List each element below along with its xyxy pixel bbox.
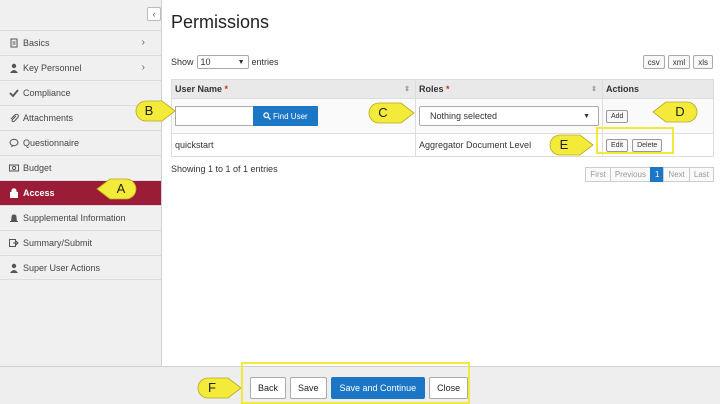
callout-f: F: [196, 376, 242, 400]
super-user-icon: [8, 262, 19, 273]
collapse-sidebar-button[interactable]: ‹: [147, 7, 161, 21]
export-csv-button[interactable]: csv: [642, 55, 665, 69]
export-xls-button[interactable]: xls: [693, 55, 713, 69]
user-name-value: quickstart: [171, 133, 416, 157]
person-icon: [8, 63, 19, 74]
caret-down-icon: ▼: [583, 112, 590, 120]
sidebar-item-label: Summary/Submit: [23, 238, 93, 248]
column-header-actions: Actions: [602, 79, 714, 99]
paperclip-icon: [8, 113, 19, 124]
sidebar-item-label: Budget: [23, 163, 52, 173]
sidebar-item-key-personnel[interactable]: Key Personnel ›: [0, 55, 161, 80]
column-header-user-name[interactable]: User Name * ⇕: [171, 79, 416, 99]
entries-select[interactable]: 10 ▼: [196, 55, 249, 69]
caret-down-icon: ▼: [237, 58, 245, 66]
pagination: First Previous 1 Next Last: [585, 167, 714, 182]
callout-f-letter: F: [208, 380, 216, 395]
chevron-right-icon: ›: [141, 37, 145, 48]
pager-page-1[interactable]: 1: [649, 167, 665, 182]
sidebar-item-label: Super User Actions: [23, 262, 101, 273]
chat-icon: [8, 138, 19, 149]
callout-c-letter: C: [378, 105, 388, 120]
required-marker: *: [446, 84, 450, 94]
pager-previous[interactable]: Previous: [609, 167, 651, 182]
sidebar-item-label: Questionnaire: [23, 138, 80, 148]
sidebar-nav: Basics › Key Personnel › Compliance Atta…: [0, 30, 161, 280]
find-user-button[interactable]: Find User: [253, 106, 318, 126]
required-marker: *: [224, 84, 229, 94]
sidebar-item-label: Supplemental Information: [23, 213, 126, 223]
sidebar-item-label: Access: [23, 188, 55, 198]
callout-d-letter: D: [675, 104, 685, 119]
bell-icon: [8, 213, 19, 224]
callout-a: A: [96, 177, 138, 201]
search-icon: [263, 112, 271, 120]
callout-e-letter: E: [559, 137, 569, 152]
chevron-left-icon: ‹: [152, 9, 156, 19]
pager-first[interactable]: First: [585, 167, 611, 182]
column-header-roles[interactable]: Roles * ⇕: [415, 79, 603, 99]
callout-a-letter: A: [116, 181, 126, 196]
submit-icon: [8, 238, 19, 249]
entries-value: 10: [200, 57, 211, 67]
export-xml-button[interactable]: xml: [667, 55, 691, 69]
callout-b: B: [134, 99, 176, 123]
sort-icon: ⇕: [591, 86, 597, 93]
user-name-input[interactable]: [175, 106, 254, 126]
lock-icon: [8, 188, 19, 199]
sort-icon: ⇕: [404, 86, 410, 93]
callout-c: C: [367, 101, 415, 125]
add-button[interactable]: Add: [606, 109, 629, 123]
table-info: Showing 1 to 1 of 1 entries: [171, 164, 278, 174]
chevron-right-icon: ›: [141, 62, 145, 73]
pager-next[interactable]: Next: [663, 167, 690, 182]
callout-b-letter: B: [144, 103, 154, 118]
sidebar-item-supplemental-information[interactable]: Supplemental Information: [0, 205, 161, 230]
show-label: Show: [171, 57, 194, 67]
sidebar-item-label: Basics: [23, 38, 50, 48]
sidebar-item-summary-submit[interactable]: Summary/Submit: [0, 230, 161, 255]
document-icon: [8, 38, 19, 49]
entries-label: entries: [251, 57, 279, 67]
budget-icon: [8, 163, 19, 174]
callout-e: E: [548, 133, 594, 157]
find-user-label: Find User: [273, 111, 308, 121]
sidebar-item-super-user-actions[interactable]: Super User Actions: [0, 255, 161, 280]
callout-d: D: [652, 100, 699, 124]
entries-length-control: Show 10 ▼ entries: [171, 55, 279, 69]
roles-select[interactable]: Nothing selected ▼: [419, 106, 599, 126]
page-title: Permissions: [171, 12, 270, 32]
roles-placeholder: Nothing selected: [430, 111, 498, 121]
table-header-row: User Name * ⇕ Roles * ⇕ Actions: [171, 79, 714, 99]
sidebar-item-questionnaire[interactable]: Questionnaire: [0, 130, 161, 155]
roles-cell: Nothing selected ▼: [415, 98, 603, 134]
highlight-edit-delete: [596, 127, 674, 154]
sidebar-item-basics[interactable]: Basics ›: [0, 30, 161, 55]
highlight-footer-buttons: [241, 362, 470, 404]
sidebar-item-label: Key Personnel: [23, 63, 82, 73]
sidebar-item-label: Attachments: [23, 113, 74, 123]
check-icon: [8, 88, 19, 99]
sidebar-item-label: Compliance: [23, 88, 71, 98]
pager-last[interactable]: Last: [688, 167, 714, 182]
export-buttons: csv xml xls: [642, 55, 713, 69]
